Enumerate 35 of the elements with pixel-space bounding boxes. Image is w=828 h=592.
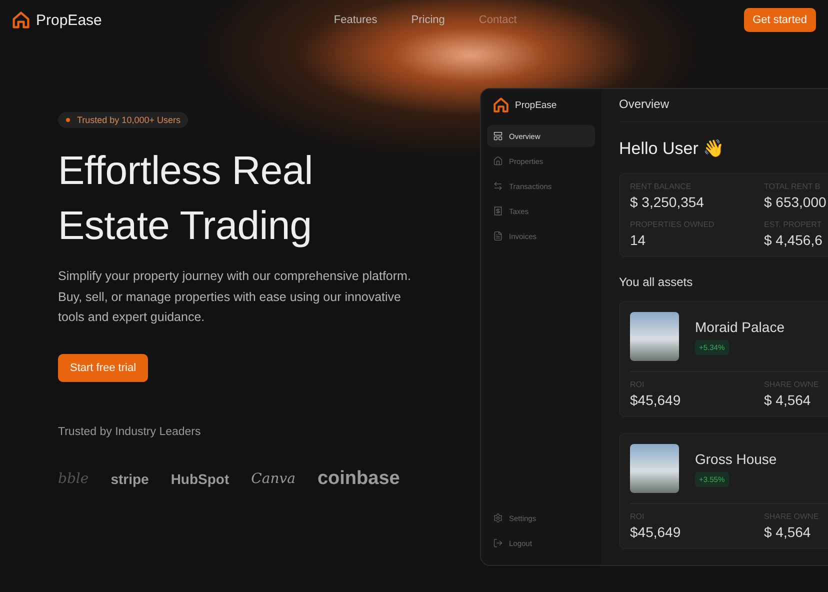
- settings-icon: [493, 513, 503, 523]
- stat-value: $ 3,250,354: [630, 194, 705, 210]
- stat-value: $ 4,456,6: [764, 232, 824, 248]
- company-logo: stripe: [110, 470, 149, 486]
- stat-value: $ 4,564: [764, 524, 812, 540]
- asset-name: Moraid Palace: [695, 318, 784, 334]
- get-started-button[interactable]: Get started: [744, 8, 816, 32]
- nav-link[interactable]: Pricing: [411, 14, 445, 26]
- stat-value: 14: [630, 232, 647, 248]
- company-logo: Canva: [251, 470, 296, 486]
- greeting: Hello User 👋: [619, 138, 726, 159]
- stat-value: $45,649: [630, 392, 682, 408]
- page-title: Overview: [619, 97, 828, 122]
- asset-name: Gross House: [695, 450, 777, 466]
- photo-placeholder: [630, 312, 679, 361]
- hero-description: Simplify your property journey with our comprehensive platform. Buy, sell, or manage properties with ease using our innovative tools and expert guidance.: [58, 268, 412, 326]
- house-logo-icon: [493, 97, 509, 113]
- nav-link[interactable]: Contact: [478, 14, 517, 26]
- company-logo: coinbase: [317, 468, 400, 490]
- stat-value: $ 653,000: [764, 194, 828, 210]
- trusted-label: Trusted by Industry Leaders: [58, 426, 202, 438]
- brand-name: PropEase: [515, 100, 557, 110]
- hero-title: Effortless Real Estate Trading: [58, 148, 314, 250]
- stat-value: $ 4,564: [764, 392, 812, 408]
- stat-value: $45,649: [630, 524, 682, 540]
- photo-placeholder: [630, 444, 679, 493]
- brand-name: PropEase: [36, 12, 102, 28]
- trusted-badge: Trusted by 10,000+ Users: [58, 112, 188, 128]
- start-trial-button[interactable]: Start free trial: [58, 354, 148, 382]
- company-logo: HubSpot: [170, 470, 230, 486]
- nav-link[interactable]: Features: [334, 14, 378, 26]
- house-logo-icon: [12, 11, 30, 29]
- section-title: You all assets: [619, 275, 694, 289]
- logout-icon: [493, 538, 503, 548]
- company-logo: bble: [58, 470, 89, 486]
